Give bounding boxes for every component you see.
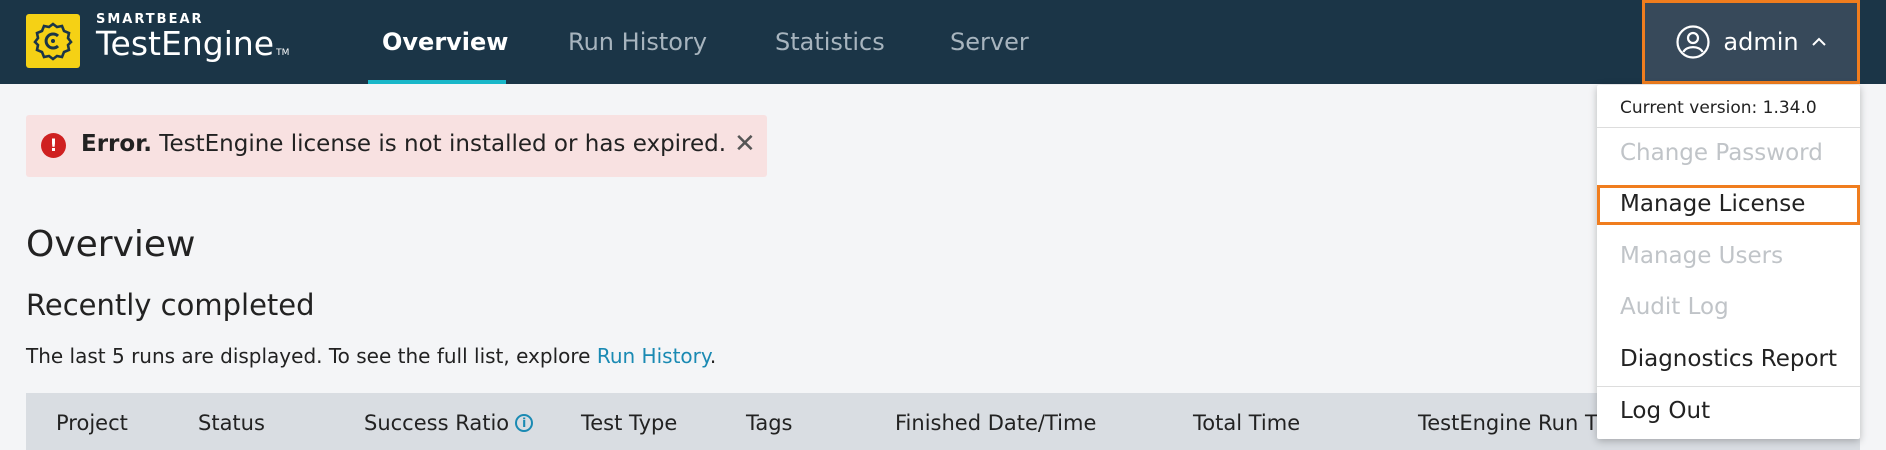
column-tags[interactable]: Tags bbox=[746, 411, 793, 435]
column-project[interactable]: Project bbox=[56, 411, 128, 435]
manage-license-highlight bbox=[1597, 185, 1860, 225]
column-label: Test Type bbox=[581, 411, 678, 435]
column-label: TestEngine Run Tim bbox=[1418, 411, 1624, 435]
error-title: Error. bbox=[81, 131, 152, 157]
smartbear-logo-icon bbox=[26, 14, 80, 68]
info-circle-icon[interactable]: i bbox=[515, 414, 534, 432]
column-success-ratio[interactable]: Success Ratio i bbox=[364, 411, 534, 435]
column-status[interactable]: Status bbox=[198, 411, 265, 435]
menu-item-audit-log: Audit Log bbox=[1620, 294, 1729, 320]
section-title: Recently completed bbox=[26, 288, 315, 322]
error-message: Error. TestEngine license is not install… bbox=[81, 131, 726, 157]
column-label: Tags bbox=[746, 411, 793, 435]
column-finished-date-time[interactable]: Finished Date/Time bbox=[895, 411, 1096, 435]
column-testengine-run-time[interactable]: TestEngine Run Tim bbox=[1418, 411, 1623, 435]
current-version-label: Current version: 1.34.0 bbox=[1620, 98, 1817, 118]
tab-statistics[interactable]: Statistics bbox=[775, 0, 885, 84]
menu-item-diagnostics-report[interactable]: Diagnostics Report bbox=[1620, 346, 1837, 372]
column-label: Project bbox=[56, 411, 128, 435]
tab-overview[interactable]: Overview bbox=[382, 0, 508, 84]
user-name: admin bbox=[1723, 28, 1799, 56]
close-icon[interactable]: ✕ bbox=[734, 129, 756, 159]
column-total-time[interactable]: Total Time bbox=[1193, 411, 1300, 435]
error-banner: ! Error. TestEngine license is not insta… bbox=[26, 115, 767, 177]
column-label: Status bbox=[198, 411, 265, 435]
column-test-type[interactable]: Test Type bbox=[581, 411, 677, 435]
column-label: Success Ratio bbox=[364, 411, 510, 435]
menu-item-manage-users: Manage Users bbox=[1620, 243, 1784, 269]
runs-table-header: Project Status Success Ratio i Test Type … bbox=[26, 393, 1860, 450]
error-body: TestEngine license is not installed or h… bbox=[152, 131, 727, 157]
page-title: Overview bbox=[26, 224, 196, 265]
menu-item-log-out[interactable]: Log Out bbox=[1620, 398, 1710, 424]
testengine-logo[interactable]: SMARTBEAR TestEngine TM bbox=[26, 12, 289, 70]
chevron-up-icon bbox=[1811, 37, 1827, 47]
tab-run-history[interactable]: Run History bbox=[568, 0, 707, 84]
menu-divider bbox=[1597, 127, 1860, 128]
user-dropdown-menu: Current version: 1.34.0 Change Password … bbox=[1597, 85, 1860, 439]
logo-product-name: TestEngine bbox=[96, 24, 275, 63]
top-navigation-bar: SMARTBEAR TestEngine TM Overview Run Hist… bbox=[0, 0, 1886, 84]
user-menu-button[interactable]: admin bbox=[1642, 0, 1860, 84]
description-text: The last 5 runs are displayed. To see th… bbox=[26, 344, 597, 368]
active-tab-indicator bbox=[368, 80, 506, 84]
menu-divider bbox=[1597, 386, 1860, 387]
exclamation-circle-icon: ! bbox=[41, 133, 66, 158]
tab-server[interactable]: Server bbox=[950, 0, 1029, 84]
column-label: Finished Date/Time bbox=[895, 411, 1097, 435]
logo-trademark: TM bbox=[276, 48, 290, 58]
menu-item-change-password: Change Password bbox=[1620, 140, 1823, 166]
column-label: Total Time bbox=[1193, 411, 1301, 435]
run-history-link[interactable]: Run History bbox=[597, 344, 710, 368]
description-suffix: . bbox=[709, 344, 717, 368]
user-circle-icon bbox=[1675, 24, 1711, 60]
recent-runs-description: The last 5 runs are displayed. To see th… bbox=[26, 344, 716, 368]
